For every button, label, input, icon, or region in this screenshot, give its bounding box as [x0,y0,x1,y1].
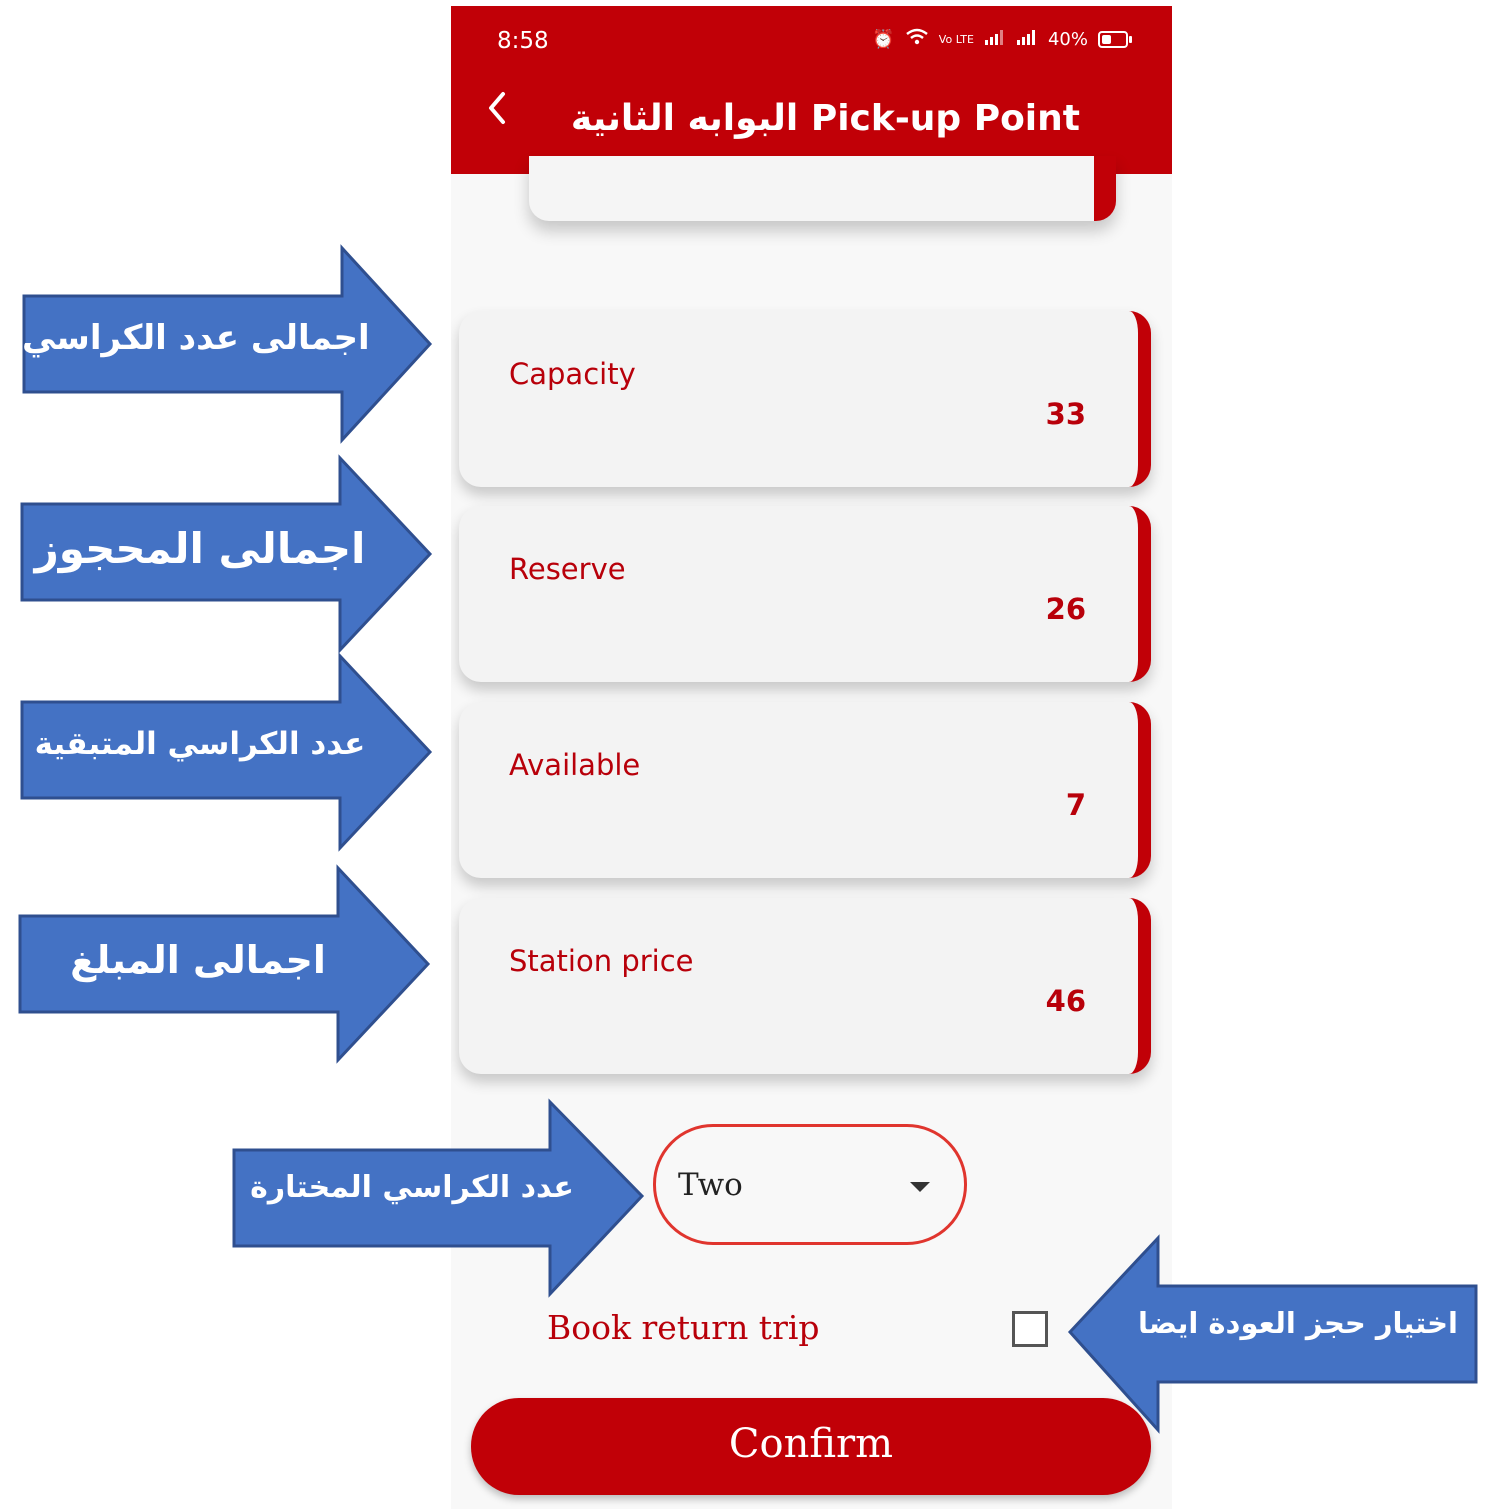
capacity-card: Capacity 33 [459,311,1151,487]
annotation-text-available: عدد الكراسي المتبقية [34,726,366,762]
station-price-value: 46 [1045,984,1086,1018]
previous-card-edge [529,156,1116,221]
annotation-arrow-seat-count: عدد الكراسي المختارة [232,1098,645,1298]
return-trip-checkbox[interactable] [1012,1311,1048,1347]
network-type-label: Vo LTE [938,33,974,46]
annotation-text-capacity: اجمالى عدد الكراسي [22,318,370,358]
page-title: البوابه الثانية Pick-up Point [570,98,1080,139]
seat-count-value: Two [678,1167,743,1203]
annotation-arrow-capacity: اجمالى عدد الكراسي [22,244,433,444]
capacity-value: 33 [1045,397,1086,431]
annotation-arrow-reserve: اجمالى المحجوز [20,454,433,654]
app-header: 8:58 ⏰ Vo LTE 40% البوابه الثانية Pick-u… [451,6,1172,174]
station-price-label: Station price [509,944,694,978]
seat-count-dropdown[interactable]: Two [653,1124,967,1245]
dropdown-arrow-icon [910,1182,930,1192]
reserve-card: Reserve 26 [459,506,1151,682]
annotation-arrow-price: اجمالى المبلغ [18,864,431,1064]
confirm-label: Confirm [728,1421,894,1467]
available-card: Available 7 [459,702,1151,878]
return-trip-label: Book return trip [547,1308,820,1347]
confirm-button[interactable]: Confirm [471,1398,1151,1495]
annotation-text-return-trip: اختيار حجز العودة ايضا [1138,1306,1458,1340]
annotation-text-seat-count: عدد الكراسي المختارة [250,1170,574,1205]
station-price-card: Station price 46 [459,898,1151,1074]
signal-icon [984,29,1006,50]
available-label: Available [509,748,641,782]
reserve-value: 26 [1045,592,1086,626]
capacity-label: Capacity [509,357,636,391]
signal-icon [1016,29,1038,50]
annotation-text-price: اجمالى المبلغ [70,938,326,982]
annotation-text-reserve: اجمالى المحجوز [34,524,366,573]
reserve-label: Reserve [509,552,626,586]
annotation-arrow-available: عدد الكراسي المتبقية [20,652,433,852]
battery-icon [1098,31,1132,48]
annotation-arrow-return-trip: اختيار حجز العودة ايضا [1067,1234,1478,1434]
battery-label: 40% [1047,29,1088,50]
alarm-icon: ⏰ [872,29,895,50]
wifi-icon [905,28,929,51]
status-time: 8:58 [497,28,549,54]
available-value: 7 [1065,788,1086,822]
status-icons: ⏰ Vo LTE 40% [872,28,1132,51]
